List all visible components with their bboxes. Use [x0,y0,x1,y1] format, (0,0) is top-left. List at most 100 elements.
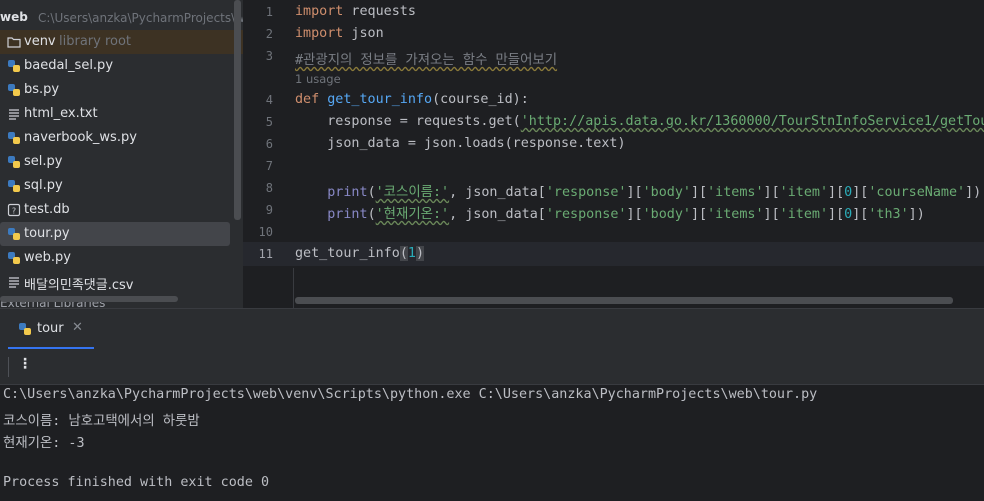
code-number: 0 [844,207,853,222]
code-string: 'item' [779,207,829,222]
tree-item-baedal-sel[interactable]: baedal_sel.py [0,54,230,78]
line-number: 7 [265,159,273,173]
text-file-icon [9,109,19,120]
code-line-4: def get_tour_info(course_id): [295,92,529,107]
code-line-5: response = requests.get('http://apis.dat… [295,114,984,129]
python-run-icon [19,323,31,335]
run-tab-bar: tour ✕ [0,309,984,349]
python-file-icon [8,60,20,72]
tree-item-label: html_ex.txt [24,106,98,121]
tree-item-label: bs.py [24,82,60,97]
code-text: , json_data[ [449,185,546,200]
code-text: response = requests.get( [295,114,521,129]
tree-item-sql[interactable]: sql.py [0,174,230,198]
project-vertical-scrollbar[interactable] [234,0,241,220]
console-line: Process finished with exit code 0 [3,475,270,490]
line-number: 9 [265,203,273,217]
line-number: 3 [265,49,273,63]
line-number-current: 11 [258,247,273,261]
code-string: 'item' [779,185,829,200]
function-name: get_tour_info [327,92,433,107]
tree-item-label: web.py [24,250,71,265]
code-text: , json_data[ [449,207,546,222]
more-options-icon[interactable]: ⋮ [18,356,32,372]
project-horizontal-scrollbar[interactable] [0,296,178,302]
code-string: 'body' [642,207,691,222]
tree-item-label: tour.py [24,226,70,241]
keyword: import [295,4,344,19]
line-number: 10 [258,225,273,239]
line-number: 8 [265,181,273,195]
console-line: 현재기온: -3 [3,436,85,451]
line-number-gutter: 1 2 3 4 5 6 7 7 8 9 10 11 [243,0,293,308]
code-line-2: import json [295,26,384,41]
code-editor[interactable]: 1 2 3 4 5 6 7 7 8 9 10 11 import request… [243,0,984,308]
line-number: 6 [265,137,273,151]
line-number: 4 [265,93,273,107]
tree-item-web[interactable]: web.py [0,246,230,270]
tree-item-test-db[interactable]: ? test.db [0,198,230,222]
code-line-8: print('코스이름:', json_data['response']['bo… [327,185,982,200]
code-number: 1 [407,246,416,261]
line-number: 2 [265,27,273,41]
code-string: 'items' [707,185,764,200]
keyword: import [295,26,344,41]
tree-item-tour[interactable]: tour.py [0,222,230,246]
text-file-icon [9,277,19,288]
python-file-icon [8,252,20,264]
project-name: web [0,10,28,24]
run-tab-tour[interactable]: tour ✕ [8,309,94,349]
editor-horizontal-scrollbar[interactable] [295,297,953,304]
code-line-7: json_data = json.loads(response.text) [295,136,626,151]
run-toolbar: ⋮ [0,349,984,385]
run-tool-window: tour ✕ ⋮ C:\Users\anzka\PycharmProjects\… [0,308,984,501]
python-file-icon [8,228,20,240]
builtin-print: print [327,185,368,200]
code-text: json_data = json.loads(response.text) [295,136,626,151]
function-call: get_tour_info [295,246,400,261]
code-text: requests [343,4,416,19]
run-tab-label: tour [37,321,64,336]
code-string: 'th3' [868,207,909,222]
line-number: 1 [265,5,273,19]
tree-item-label: baedal_sel.py [24,58,114,73]
tree-item-label: sql.py [24,178,63,193]
tree-item-bs[interactable]: bs.py [0,78,230,102]
code-string: 'response' [545,185,627,200]
usage-hint[interactable]: 1 usage [295,72,341,86]
toolbar-divider [8,357,9,377]
tree-item-label: venv [24,34,56,49]
project-path: C:\Users\anzka\PycharmProjects\web [38,11,243,25]
code-line-9: print('현재기온:', json_data['response']['bo… [327,207,925,222]
tree-item-label: test.db [24,202,70,217]
indent-guide [293,268,294,308]
tree-item-html-ex[interactable]: html_ex.txt [0,102,230,126]
folder-icon [7,37,21,48]
tree-item-csv[interactable]: 배달의민족댓글.csv [0,270,230,294]
code-string: 'items' [707,207,764,222]
code-string: '코스이름:' [375,185,450,200]
code-string: 'courseName' [868,185,966,200]
python-file-icon [8,84,20,96]
code-string: 'body' [642,185,691,200]
code-text: json [343,26,384,41]
python-file-icon [8,156,20,168]
code-string: 'response' [545,207,627,222]
tree-item-sel[interactable]: sel.py [0,150,230,174]
console-line: C:\Users\anzka\PycharmProjects\web\venv\… [3,387,818,402]
builtin-print: print [327,207,368,222]
line-number: 5 [265,115,273,129]
database-file-icon: ? [7,203,21,217]
project-panel: web C:\Users\anzka\PycharmProjects\web v… [0,0,243,308]
tree-item-label: naverbook_ws.py [24,130,137,145]
code-line-11: get_tour_info(1) [295,246,424,261]
code-line-1: import requests [295,4,416,19]
tree-item-venv[interactable]: venv library root [0,30,243,54]
code-text: (course_id): [432,92,529,107]
close-icon[interactable]: ✕ [72,320,83,335]
library-root-hint: library root [59,34,132,49]
tree-item-naverbook-ws[interactable]: naverbook_ws.py [0,126,230,150]
console-line: 코스이름: 남호고택에서의 하룻밤 [3,414,200,429]
python-file-icon [8,132,20,144]
python-file-icon [8,180,20,192]
